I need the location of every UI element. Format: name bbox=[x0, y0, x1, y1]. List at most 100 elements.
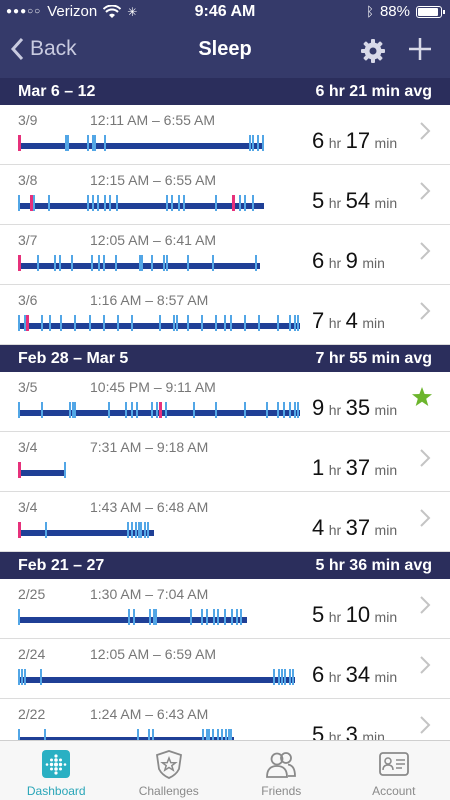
restless-mark bbox=[104, 195, 106, 211]
restless-mark bbox=[125, 402, 127, 418]
restless-mark bbox=[244, 402, 246, 418]
sleep-entry-row[interactable]: 3/8 12:15 AM – 6:55 AM 5 hr 54 min bbox=[0, 165, 450, 225]
sleep-entry-row[interactable]: 3/5 10:45 PM – 9:11 AM 9 hr 35 min bbox=[0, 372, 450, 432]
gear-icon[interactable] bbox=[360, 38, 386, 64]
duration-minutes: 54 bbox=[345, 188, 371, 213]
restless-mark bbox=[266, 402, 268, 418]
duration-hours: 6 bbox=[312, 662, 325, 687]
restless-mark bbox=[98, 255, 100, 271]
tab-label: Account bbox=[372, 784, 416, 798]
restless-mark bbox=[74, 315, 76, 331]
restless-mark bbox=[236, 609, 238, 625]
asleep-segment bbox=[18, 530, 154, 536]
sleep-duration: 5 hr 3 min bbox=[312, 722, 385, 740]
week-average: 7 hr 55 min avg bbox=[315, 349, 433, 367]
sleep-date: 3/4 bbox=[18, 499, 38, 515]
restless-mark bbox=[92, 195, 94, 211]
hours-unit: hr bbox=[328, 462, 342, 478]
asleep-segment bbox=[18, 143, 264, 149]
add-icon[interactable] bbox=[407, 36, 433, 62]
tab-dashboard[interactable]: Dashboard bbox=[0, 741, 113, 800]
restless-mark bbox=[289, 315, 291, 331]
sleep-duration: 5 hr 54 min bbox=[312, 188, 397, 214]
awake-mark bbox=[232, 195, 235, 211]
restless-mark bbox=[109, 195, 111, 211]
restless-mark bbox=[33, 195, 35, 211]
restless-mark bbox=[206, 609, 208, 625]
restless-mark bbox=[115, 255, 117, 271]
tab-challenges[interactable]: Challenges bbox=[113, 741, 226, 800]
restless-mark bbox=[151, 255, 153, 271]
restless-mark bbox=[173, 315, 175, 331]
duration-hours: 9 bbox=[312, 395, 325, 420]
restless-mark bbox=[59, 255, 61, 271]
sleep-entry-row[interactable]: 2/25 1:30 AM – 7:04 AM 5 hr 10 min bbox=[0, 579, 450, 639]
hours-unit: hr bbox=[328, 609, 342, 625]
restless-mark bbox=[45, 522, 47, 538]
restless-mark bbox=[108, 402, 110, 418]
restless-mark bbox=[230, 315, 232, 331]
sleep-duration: 7 hr 4 min bbox=[312, 308, 385, 334]
sleep-entry-row[interactable]: 2/22 1:24 AM – 6:43 AM 5 hr 3 min bbox=[0, 699, 450, 740]
awake-mark bbox=[159, 402, 162, 418]
restless-mark bbox=[71, 255, 73, 271]
restless-mark bbox=[239, 195, 241, 211]
sleep-date: 2/25 bbox=[18, 586, 46, 602]
sleep-time-range: 1:24 AM – 6:43 AM bbox=[90, 706, 209, 722]
duration-minutes: 34 bbox=[345, 662, 371, 687]
week-average: 5 hr 36 min avg bbox=[315, 556, 433, 574]
tab-friends[interactable]: Friends bbox=[225, 741, 338, 800]
chevron-right-icon[interactable] bbox=[419, 508, 431, 528]
star-icon bbox=[412, 387, 432, 406]
restless-mark bbox=[284, 669, 286, 685]
sleep-entry-row[interactable]: 3/9 12:11 AM – 6:55 AM 6 hr 17 min bbox=[0, 105, 450, 165]
duration-minutes: 4 bbox=[345, 308, 358, 333]
restless-mark bbox=[262, 135, 264, 151]
duration-hours: 5 bbox=[312, 188, 325, 213]
sleep-duration: 5 hr 10 min bbox=[312, 602, 397, 628]
chevron-right-icon[interactable] bbox=[419, 301, 431, 321]
restless-mark bbox=[64, 462, 66, 478]
account-icon bbox=[378, 752, 409, 776]
duration-hours: 4 bbox=[312, 515, 325, 540]
restless-mark bbox=[128, 609, 130, 625]
chevron-right-icon[interactable] bbox=[419, 181, 431, 201]
awake-mark bbox=[18, 255, 21, 271]
tab-account[interactable]: Account bbox=[338, 741, 450, 800]
chevron-right-icon[interactable] bbox=[419, 448, 431, 468]
sleep-time-range: 1:16 AM – 8:57 AM bbox=[90, 292, 209, 308]
restless-mark bbox=[21, 669, 23, 685]
restless-mark bbox=[87, 195, 89, 211]
friends-icon bbox=[266, 752, 297, 778]
restless-mark bbox=[215, 315, 217, 331]
restless-mark bbox=[87, 135, 89, 151]
restless-mark bbox=[49, 315, 51, 331]
sleep-entry-row[interactable]: 2/24 12:05 AM – 6:59 AM 6 hr 34 min bbox=[0, 639, 450, 699]
restless-mark bbox=[244, 315, 246, 331]
restless-mark bbox=[103, 315, 105, 331]
sleep-entry-row[interactable]: 3/6 1:16 AM – 8:57 AM 7 hr 4 min bbox=[0, 285, 450, 345]
restless-mark bbox=[156, 402, 158, 418]
restless-mark bbox=[283, 402, 285, 418]
minutes-unit: min bbox=[374, 195, 398, 211]
chevron-right-icon[interactable] bbox=[419, 715, 431, 735]
sleep-log-list[interactable]: Mar 6 – 12 6 hr 21 min avg 3/9 12:11 AM – 6… bbox=[0, 78, 450, 740]
sleep-entry-row[interactable]: 3/4 7:31 AM – 9:18 AM 1 hr 37 min bbox=[0, 432, 450, 492]
restless-mark bbox=[277, 402, 279, 418]
restless-mark bbox=[152, 729, 154, 740]
sleep-time-range: 12:11 AM – 6:55 AM bbox=[90, 112, 216, 128]
restless-mark bbox=[166, 255, 168, 271]
restless-mark bbox=[297, 402, 299, 418]
chevron-right-icon[interactable] bbox=[419, 121, 431, 141]
restless-mark bbox=[40, 669, 42, 685]
restless-mark bbox=[41, 315, 43, 331]
restless-mark bbox=[255, 255, 257, 271]
sleep-entry-row[interactable]: 3/7 12:05 AM – 6:41 AM 6 hr 9 min bbox=[0, 225, 450, 285]
sleep-entry-row[interactable]: 3/4 1:43 AM – 6:48 AM 4 hr 37 min bbox=[0, 492, 450, 552]
chevron-right-icon[interactable] bbox=[419, 241, 431, 261]
chevron-right-icon[interactable] bbox=[419, 655, 431, 675]
sleep-pattern-bar bbox=[18, 255, 260, 271]
restless-mark bbox=[212, 255, 214, 271]
chevron-right-icon[interactable] bbox=[419, 595, 431, 615]
tab-bar: Dashboard Challenges Friends Account bbox=[0, 740, 450, 800]
